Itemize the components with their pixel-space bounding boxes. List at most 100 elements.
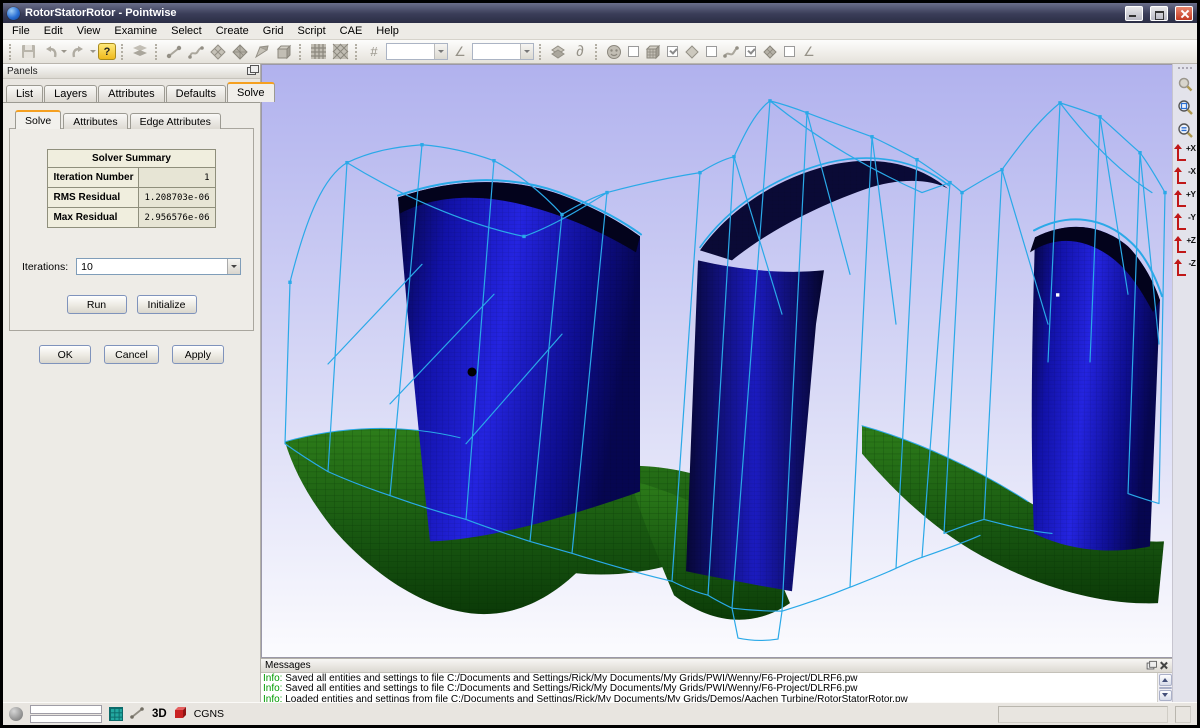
cae-cube-icon	[174, 706, 187, 722]
dimension-mode-label[interactable]: 3D	[152, 708, 167, 720]
tab-attributes[interactable]: Attributes	[98, 85, 164, 102]
ok-button[interactable]: OK	[39, 345, 91, 364]
cancel-button[interactable]: Cancel	[104, 345, 159, 364]
show-blocks-checkbox[interactable]	[667, 46, 678, 57]
panels-toggle-icon[interactable]	[130, 42, 150, 61]
menu-file[interactable]: File	[5, 24, 37, 38]
menu-examine[interactable]: Examine	[107, 24, 164, 38]
iterations-combobox[interactable]	[76, 258, 241, 275]
close-button[interactable]	[1175, 6, 1193, 21]
initialize-button[interactable]: Initialize	[137, 295, 197, 314]
create-extrude-icon[interactable]	[252, 42, 272, 61]
zoom-box-icon[interactable]	[1175, 97, 1195, 117]
show-faces-checkbox[interactable]	[628, 46, 639, 57]
grid-mode-icon[interactable]	[109, 707, 123, 721]
menu-create[interactable]: Create	[209, 24, 256, 38]
view-minus-z-button[interactable]: -Z	[1175, 258, 1196, 278]
show-angles-icon[interactable]: ∠	[799, 42, 819, 61]
view-toolbar-grip[interactable]	[1178, 67, 1192, 71]
toolbar-grip[interactable]	[155, 44, 159, 60]
toolbar-grip[interactable]	[355, 44, 359, 60]
save-icon[interactable]	[18, 42, 38, 61]
show-database-icon[interactable]	[760, 42, 780, 61]
view-plus-z-button[interactable]: +Z	[1175, 235, 1196, 255]
toolbar-grip[interactable]	[9, 44, 13, 60]
cae-solver-label[interactable]: CGNS	[194, 708, 224, 720]
view-minus-y-button[interactable]: -Y	[1175, 212, 1196, 232]
scroll-down-icon[interactable]	[1159, 690, 1172, 702]
help-icon[interactable]: ?	[98, 43, 116, 60]
iterations-dropdown-icon[interactable]	[227, 259, 240, 274]
stack-icon[interactable]	[548, 42, 568, 61]
run-button[interactable]: Run	[67, 295, 127, 314]
show-domains-icon[interactable]	[682, 42, 702, 61]
app-globe-icon	[7, 7, 20, 20]
tab-solve[interactable]: Solve	[227, 82, 275, 102]
menu-help[interactable]: Help	[369, 24, 406, 38]
create-domain-icon[interactable]	[208, 42, 228, 61]
angle-dropdown-icon[interactable]	[520, 44, 533, 59]
scroll-up-icon[interactable]	[1159, 674, 1172, 686]
restore-button[interactable]	[1150, 6, 1168, 21]
create-block-icon[interactable]	[274, 42, 294, 61]
show-database-checkbox[interactable]	[784, 46, 795, 57]
menu-edit[interactable]: Edit	[37, 24, 70, 38]
iterations-input[interactable]	[77, 261, 227, 273]
menu-select[interactable]: Select	[164, 24, 209, 38]
messages-log[interactable]: Info: Saved all entities and settings to…	[261, 673, 1157, 702]
tab-layers[interactable]: Layers	[44, 85, 97, 102]
redo-dropdown-icon[interactable]	[90, 50, 96, 53]
angle-combobox[interactable]	[472, 43, 534, 60]
tab-defaults[interactable]: Defaults	[166, 85, 226, 102]
subtab-edge-attributes[interactable]: Edge Attributes	[130, 113, 221, 129]
scroll-thumb[interactable]	[1159, 687, 1172, 689]
messages-scrollbar[interactable]	[1157, 673, 1172, 702]
iteration-number-label: Iteration Number	[48, 168, 139, 188]
toolbar-grip[interactable]	[595, 44, 599, 60]
view-minus-x-button[interactable]: -X	[1175, 166, 1196, 186]
show-domains-checkbox[interactable]	[706, 46, 717, 57]
dimension-dropdown-icon[interactable]	[434, 44, 447, 59]
partial-derivative-icon[interactable]: ∂	[570, 42, 590, 61]
apply-button[interactable]: Apply	[172, 345, 224, 364]
menu-grid[interactable]: Grid	[256, 24, 291, 38]
structured-grid-icon[interactable]	[308, 42, 328, 61]
create-domain-unstructured-icon[interactable]	[230, 42, 250, 61]
subtab-attributes[interactable]: Attributes	[63, 113, 127, 129]
zoom-icon[interactable]	[1175, 74, 1195, 94]
subtab-solve[interactable]: Solve	[15, 110, 61, 129]
create-curve-icon[interactable]	[186, 42, 206, 61]
toolbar-grip[interactable]	[539, 44, 543, 60]
undo-dropdown-icon[interactable]	[61, 50, 67, 53]
window-title: RotorStatorRotor - Pointwise	[25, 7, 1118, 19]
connector-mode-icon[interactable]	[130, 707, 145, 722]
undo-icon[interactable]	[40, 42, 60, 61]
show-blocks-icon[interactable]	[643, 42, 663, 61]
messages-close-icon[interactable]	[1159, 661, 1168, 670]
toolbar-grip[interactable]	[299, 44, 303, 60]
panels-header[interactable]: Panels	[3, 64, 260, 79]
menu-script[interactable]: Script	[291, 24, 333, 38]
zoom-fit-icon[interactable]	[1175, 120, 1195, 140]
show-connectors-icon[interactable]	[721, 42, 741, 61]
selected-point-marker[interactable]	[468, 367, 477, 376]
menu-view[interactable]: View	[70, 24, 108, 38]
dimension-combobox[interactable]	[386, 43, 448, 60]
create-connector-icon[interactable]	[164, 42, 184, 61]
viewport-3d[interactable]	[261, 64, 1172, 658]
toolbar-grip[interactable]	[121, 44, 125, 60]
messages-float-icon[interactable]	[1147, 662, 1155, 669]
show-connectors-checkbox[interactable]	[745, 46, 756, 57]
unstructured-grid-icon[interactable]	[330, 42, 350, 61]
messages-header[interactable]: Messages	[261, 659, 1172, 673]
show-faces-icon[interactable]	[604, 42, 624, 61]
title-bar[interactable]: RotorStatorRotor - Pointwise	[3, 3, 1197, 23]
minimize-button[interactable]	[1125, 6, 1143, 21]
view-plus-x-button[interactable]: +X	[1175, 143, 1196, 163]
menu-cae[interactable]: CAE	[333, 24, 370, 38]
panel-float-icon[interactable]	[247, 67, 256, 75]
redo-icon[interactable]	[69, 42, 89, 61]
view-plus-y-button[interactable]: +Y	[1175, 189, 1196, 209]
viewport-3d-scene	[262, 65, 1172, 657]
tab-list[interactable]: List	[6, 85, 43, 102]
